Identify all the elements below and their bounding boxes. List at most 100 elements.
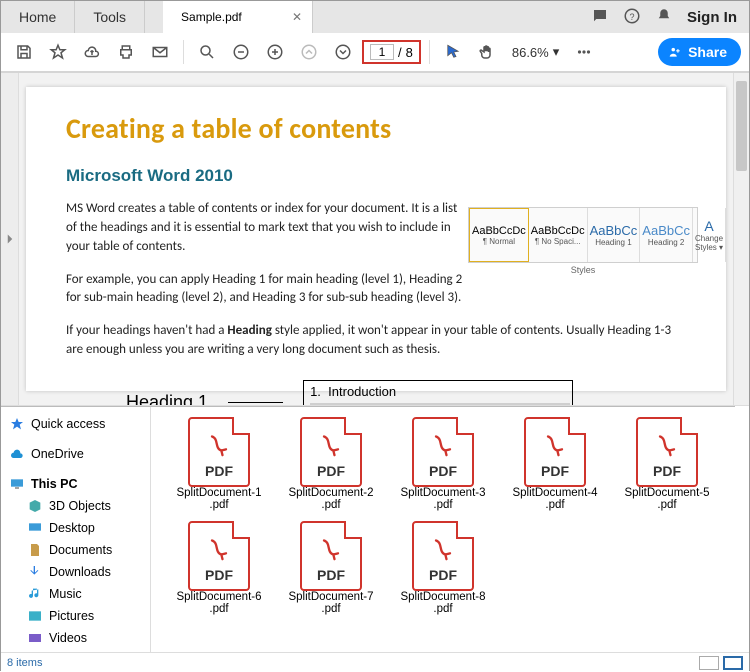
cube-icon [27,498,43,514]
status-item-count: 8 items [7,657,42,669]
star-icon[interactable] [43,37,73,67]
desktop-icon [27,520,43,536]
monitor-icon [9,476,25,492]
view-icons-icon[interactable] [723,656,743,670]
file-item[interactable]: PDF SplitDocument-2 .pdf [275,417,387,511]
zoom-in-icon[interactable] [260,37,290,67]
file-item[interactable]: PDF SplitDocument-7 .pdf [275,521,387,615]
close-icon[interactable]: ✕ [292,10,302,24]
zoom-value: 86.6% [512,45,549,60]
select-tool-icon[interactable] [438,37,468,67]
cloud-icon[interactable] [77,37,107,67]
file-item[interactable]: PDF SplitDocument-5 .pdf [611,417,723,511]
vertical-scrollbar[interactable] [733,73,749,405]
documents-icon [27,542,43,558]
nav-this-pc[interactable]: This PC [5,473,146,495]
toolbar: / 8 86.6% ▾ Share [1,33,749,73]
file-item[interactable]: PDF SplitDocument-8 .pdf [387,521,499,615]
save-icon[interactable] [9,37,39,67]
bell-icon[interactable] [655,7,673,28]
app-tabs: Home Tools Sample.pdf ✕ ? Sign In [1,1,749,33]
sign-in-button[interactable]: Sign In [687,9,737,26]
page-total: 8 [406,45,413,60]
zoom-dropdown[interactable]: 86.6% ▾ [506,44,565,60]
page-up-icon[interactable] [294,37,324,67]
nav-downloads[interactable]: Downloads [5,561,146,583]
zoom-out-icon[interactable] [226,37,256,67]
file-item[interactable]: PDF SplitDocument-1 .pdf [163,417,275,511]
file-ext: .pdf [209,603,228,615]
file-ext: .pdf [657,499,676,511]
chevron-down-icon: ▾ [553,44,560,60]
page-sep: / [398,45,402,60]
paragraph-1: MS Word creates a table of contents or i… [66,200,466,257]
file-ext: .pdf [321,499,340,511]
page-title: Creating a table of contents [66,111,686,146]
file-name: SplitDocument-6 [176,591,261,603]
nav-music[interactable]: Music [5,583,146,605]
document-tab-title: Sample.pdf [181,10,242,24]
pdf-file-icon: PDF [188,521,250,591]
pdf-page: Creating a table of contents Microsoft W… [26,87,726,391]
sidebar-toggle[interactable] [1,73,19,405]
pictures-icon [27,608,43,624]
nav-onedrive[interactable]: OneDrive [5,443,146,465]
star-blue-icon [9,416,25,432]
top-right-controls: ? Sign In [579,1,749,33]
pdf-file-icon: PDF [300,417,362,487]
paragraph-2: For example, you can apply Heading 1 for… [66,271,466,309]
cloud-blue-icon [9,446,25,462]
file-item[interactable]: PDF SplitDocument-4 .pdf [499,417,611,511]
pdf-file-icon: PDF [636,417,698,487]
pdf-file-icon: PDF [524,417,586,487]
svg-text:?: ? [629,11,634,21]
document-area: Creating a table of contents Microsoft W… [1,73,749,405]
chat-icon[interactable] [591,7,609,28]
nav-desktop[interactable]: Desktop [5,517,146,539]
share-button[interactable]: Share [658,38,741,66]
view-details-icon[interactable] [699,656,719,670]
nav-videos[interactable]: Videos [5,627,146,649]
more-icon[interactable] [569,37,599,67]
tab-home[interactable]: Home [1,1,75,33]
toc-diagram: Heading 1 1. Introduction [126,380,686,405]
downloads-icon [27,564,43,580]
nav-documents[interactable]: Documents [5,539,146,561]
pdf-file-icon: PDF [300,521,362,591]
file-item[interactable]: PDF SplitDocument-6 .pdf [163,521,275,615]
document-tab[interactable]: Sample.pdf ✕ [163,1,313,33]
hand-tool-icon[interactable] [472,37,502,67]
explorer-nav: Quick access OneDrive This PC 3D Objects… [1,407,151,672]
search-icon[interactable] [192,37,222,67]
nav-quick-access[interactable]: Quick access [5,413,146,435]
tab-tools[interactable]: Tools [75,1,145,33]
share-person-icon [668,45,682,59]
nav-3d-objects[interactable]: 3D Objects [5,495,146,517]
paragraph-3: If your headings haven't had a Heading s… [66,322,686,360]
share-label: Share [688,44,727,60]
file-name: SplitDocument-3 [400,487,485,499]
file-ext: .pdf [433,499,452,511]
nav-pictures[interactable]: Pictures [5,605,146,627]
page-subtitle: Microsoft Word 2010 [66,166,686,186]
toc-heading-label: Heading 1 [126,392,208,405]
styles-caption: Styles [468,265,698,275]
videos-icon [27,630,43,646]
music-icon [27,586,43,602]
page-indicator: / 8 [362,40,421,64]
file-name: SplitDocument-8 [400,591,485,603]
styles-ribbon-image: AaBbCcDc¶ Normal AaBbCcDc¶ No Spaci... A… [468,207,698,263]
file-name: SplitDocument-2 [288,487,373,499]
file-name: SplitDocument-5 [624,487,709,499]
file-name: SplitDocument-4 [512,487,597,499]
pdf-file-icon: PDF [188,417,250,487]
file-ext: .pdf [321,603,340,615]
print-icon[interactable] [111,37,141,67]
file-explorer: Quick access OneDrive This PC 3D Objects… [1,406,735,672]
help-icon[interactable]: ? [623,7,641,28]
file-item[interactable]: PDF SplitDocument-3 .pdf [387,417,499,511]
page-down-icon[interactable] [328,37,358,67]
page-current-input[interactable] [370,44,394,60]
mail-icon[interactable] [145,37,175,67]
file-ext: .pdf [209,499,228,511]
